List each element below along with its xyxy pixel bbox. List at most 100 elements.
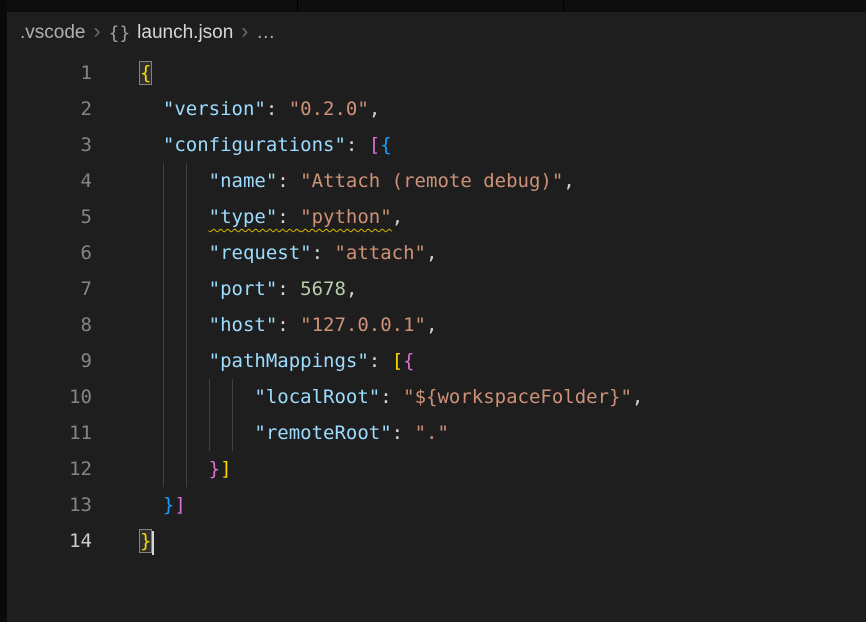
code-line-1[interactable]: { [140,55,866,91]
code-line-9[interactable]: "pathMappings": [{ [140,343,866,379]
line-number-13[interactable]: 13 [7,487,92,523]
line-number-1[interactable]: 1 [7,55,92,91]
code-token: : [277,278,300,300]
code-token: , [369,98,380,120]
indent-whitespace [140,314,209,336]
breadcrumb-symbol-ellipsis[interactable]: … [256,22,275,44]
code-line-11[interactable]: "remoteRoot": "." [140,415,866,451]
indent-whitespace [140,134,163,156]
code-line-2[interactable]: "version": "0.2.0", [140,91,866,127]
code-token: } [163,494,174,516]
code-token: , [392,206,403,228]
code-line-12[interactable]: }] [140,451,866,487]
indent-whitespace [140,242,209,264]
code-token: ] [220,458,231,480]
code-token: "attach" [334,242,426,264]
code-line-10[interactable]: "localRoot": "${workspaceFolder}", [140,379,866,415]
code-token: : [346,134,369,156]
code-token: : [312,242,335,264]
line-number-7[interactable]: 7 [7,271,92,307]
json-braces-icon: {} [108,23,130,44]
line-number-14[interactable]: 14 [7,523,92,559]
code-token: "." [415,422,449,444]
code-token: "0.2.0" [289,98,369,120]
indent-whitespace [140,98,163,120]
code-line-7[interactable]: "port": 5678, [140,271,866,307]
code-token: "127.0.0.1" [300,314,426,336]
code-token: : [392,422,415,444]
indent-whitespace [140,170,209,192]
chevron-right-icon: › [85,20,108,44]
code-token: : [277,314,300,336]
line-number-5[interactable]: 5 [7,199,92,235]
code-token: "version" [163,98,266,120]
window-left-edge [0,0,7,622]
code-token: , [563,170,574,192]
line-number-3[interactable]: 3 [7,127,92,163]
indent-whitespace [140,458,209,480]
code-token: "configurations" [163,134,346,156]
code-token: "name" [209,170,278,192]
code-token: "python" [300,206,392,228]
code-token: , [426,242,437,264]
code-token: , [346,278,357,300]
tab-separator [563,0,564,12]
breadcrumb-file[interactable]: launch.json [137,22,233,44]
indent-whitespace [140,494,163,516]
code-line-6[interactable]: "request": "attach", [140,235,866,271]
code-token: [ [392,350,403,372]
text-cursor [152,531,154,555]
vscode-window: .vscode › {} launch.json › … 12345678910… [0,0,866,622]
code-token: : [277,170,300,192]
code-token: ] [174,494,185,516]
line-number-6[interactable]: 6 [7,235,92,271]
line-number-10[interactable]: 10 [7,379,92,415]
line-number-2[interactable]: 2 [7,91,92,127]
code-line-13[interactable]: }] [140,487,866,523]
line-number-4[interactable]: 4 [7,163,92,199]
code-token: : [380,386,403,408]
indent-whitespace [140,278,209,300]
editor[interactable]: 1234567891011121314 { "version": "0.2.0"… [7,55,866,622]
indent-whitespace [140,422,254,444]
line-number-gutter[interactable]: 1234567891011121314 [7,55,92,559]
code-token: { [403,350,414,372]
code-line-5[interactable]: "type": "python", [140,199,866,235]
code-token: "host" [209,314,278,336]
line-number-12[interactable]: 12 [7,451,92,487]
code-line-4[interactable]: "name": "Attach (remote debug)", [140,163,866,199]
code-token: "port" [209,278,278,300]
tab-separator [297,0,298,12]
code-token: { [380,134,391,156]
code-line-3[interactable]: "configurations": [{ [140,127,866,163]
code-token: "request" [209,242,312,264]
code-line-8[interactable]: "host": "127.0.0.1", [140,307,866,343]
code-token: : [266,98,289,120]
code-token: , [632,386,643,408]
line-number-8[interactable]: 8 [7,307,92,343]
code-token: "pathMappings" [209,350,369,372]
code-line-14[interactable]: } [140,523,866,559]
code-token: [ [369,134,380,156]
code-token: , [426,314,437,336]
breadcrumb: .vscode › {} launch.json › … [7,12,866,54]
tab-bar-strip [0,0,866,12]
code-token: "localRoot" [254,386,380,408]
code-area[interactable]: { "version": "0.2.0", "configurations": … [140,55,866,622]
code-token: "remoteRoot" [254,422,391,444]
code-token: : [369,350,392,372]
code-token: : [277,206,300,228]
indent-whitespace [140,386,254,408]
code-token: "${workspaceFolder}" [403,386,632,408]
chevron-right-icon: › [233,20,256,44]
code-token: } [209,458,220,480]
code-token: 5678 [300,278,346,300]
code-token: "Attach (remote debug)" [300,170,563,192]
indent-whitespace [140,206,209,228]
breadcrumb-folder[interactable]: .vscode [20,22,85,44]
indent-whitespace [140,350,209,372]
code-token: "type" [209,206,278,228]
line-number-11[interactable]: 11 [7,415,92,451]
line-number-9[interactable]: 9 [7,343,92,379]
matched-bracket: { [140,62,151,84]
